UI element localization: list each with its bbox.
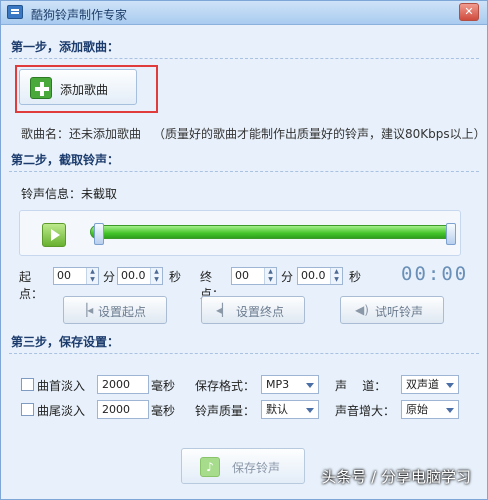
divider [9,58,479,59]
step2-header: 第二步，截取铃声： [11,153,120,167]
dropdown-arrow-icon [306,383,314,388]
end-marker-handle[interactable] [446,223,456,245]
time-display: 00:00 [401,263,469,285]
channel-select[interactable]: 双声道 [401,375,459,394]
end-seconds-stepper[interactable]: 00.0 ▲ ▼ [297,267,343,285]
minute-unit: 分 [281,270,294,284]
close-button[interactable]: ✕ [459,3,479,21]
format-label: 保存格式： [195,379,256,393]
play-button[interactable] [42,223,66,247]
end-minutes-stepper[interactable]: 00 ▲ ▼ [231,267,277,285]
song-name-label: 歌曲名：还未添加歌曲 [21,127,142,141]
set-start-button[interactable]: ▕◂ 设置起点 [63,296,167,324]
save-ringtone-button[interactable]: ♪ 保存铃声 [181,448,305,484]
quality-hint: （质量好的歌曲才能制作出质量好的铃声，建议80Kbps以上） [153,127,486,141]
clip-range-bar[interactable] [90,225,454,239]
spin-arrows-icon[interactable]: ▲ ▼ [330,268,342,284]
preview-button[interactable]: ◀) 试听铃声 [340,296,444,324]
app-icon [7,5,23,19]
fade-in-label: 曲首淡入 [37,379,86,393]
divider [9,353,479,354]
fade-out-label: 曲尾淡入 [37,404,86,418]
step1-header: 第一步，添加歌曲： [11,40,120,54]
app-window: 酷狗铃声制作专家 ✕ 第一步，添加歌曲： 添加歌曲 歌曲名：还未添加歌曲 （质量… [0,0,488,500]
step3-header: 第三步，保存设置： [11,335,120,349]
gain-label: 声音增大： [335,404,396,418]
gain-select[interactable]: 原始 [401,400,459,419]
fade-in-checkbox[interactable] [21,378,34,391]
dropdown-arrow-icon [446,408,454,413]
watermark: 头条号 / 分享电脑学习 [321,468,471,486]
speaker-icon: ◀) [355,303,369,317]
divider [9,171,479,172]
music-note-icon: ♪ [200,457,220,477]
start-marker-handle[interactable] [94,223,104,245]
quality-select[interactable]: 默认 [261,400,319,419]
quality-label: 铃声质量： [195,404,256,418]
fade-out-checkbox[interactable] [21,403,34,416]
format-select[interactable]: MP3 [261,375,319,394]
start-minutes-stepper[interactable]: 00 ▲ ▼ [53,267,99,285]
set-end-button[interactable]: ◂▏ 设置终点 [201,296,305,324]
spin-arrows-icon[interactable]: ▲ ▼ [86,268,98,284]
channel-label: 声 道： [335,379,387,393]
set-end-icon: ◂▏ [216,303,232,317]
start-label: 起点： [19,270,44,301]
second-unit: 秒 [169,270,182,284]
spin-arrows-icon[interactable]: ▲ ▼ [264,268,276,284]
fade-in-input[interactable]: 2000 [97,375,149,394]
set-start-icon: ▕◂ [78,303,94,317]
window-title: 酷狗铃声制作专家 [31,8,128,22]
second-unit: 秒 [349,270,362,284]
minute-unit: 分 [103,270,116,284]
dropdown-arrow-icon [446,383,454,388]
fade-out-unit: 毫秒 [151,404,176,418]
fade-in-unit: 毫秒 [151,379,176,393]
dropdown-arrow-icon [306,408,314,413]
player-panel [19,210,461,256]
ringtone-info-label: 铃声信息：未截取 [21,187,118,201]
spin-arrows-icon[interactable]: ▲ ▼ [150,268,162,284]
title-bar: 酷狗铃声制作专家 ✕ [1,1,487,25]
highlight-annotation [15,65,158,113]
fade-out-input[interactable]: 2000 [97,400,149,419]
start-seconds-stepper[interactable]: 00.0 ▲ ▼ [117,267,163,285]
